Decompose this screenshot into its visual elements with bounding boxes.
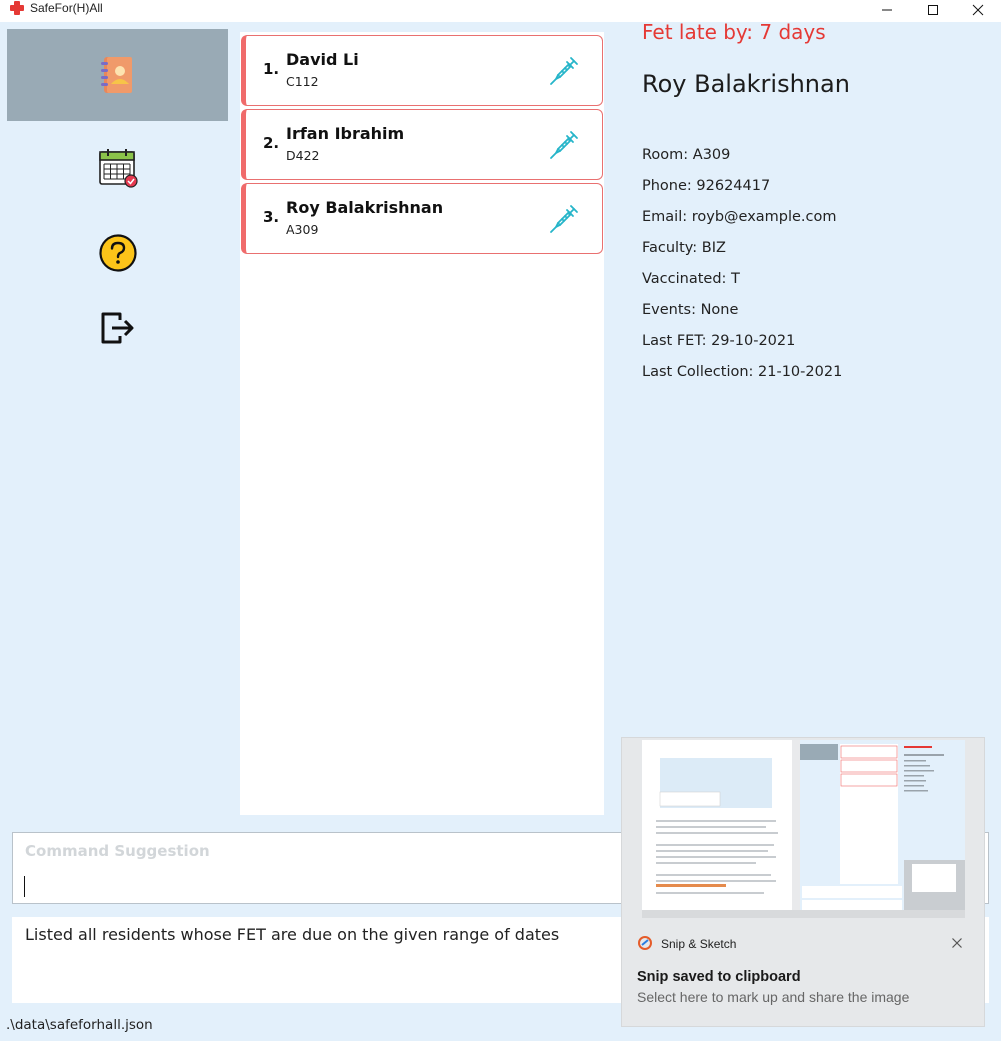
minimize-icon [882, 9, 892, 11]
resident-card[interactable]: 3. Roy Balakrishnan A309 [241, 183, 603, 254]
resident-list[interactable]: 1. David Li C112 2. Irfan Ibrahim D422 3… [240, 32, 604, 815]
close-window-button[interactable] [955, 0, 1001, 20]
minimize-button[interactable] [864, 0, 910, 20]
notification-close-button[interactable] [949, 935, 965, 951]
detail-vaccinated: Vaccinated: T [642, 271, 740, 287]
resident-name: Irfan Ibrahim [286, 124, 405, 143]
result-message: Listed all residents whose FET are due o… [25, 925, 560, 944]
screenshot-thumbnail [642, 740, 965, 918]
syringe-icon [550, 131, 578, 159]
app-logo-icon [10, 1, 24, 15]
calendar-icon [98, 149, 138, 188]
close-icon [952, 938, 962, 948]
title-bar: SafeFor(H)All [0, 0, 1001, 22]
status-bar-path: .\data\safeforhall.json [6, 1017, 153, 1033]
detail-faculty: Faculty: BIZ [642, 240, 726, 256]
nav-events-button[interactable] [7, 122, 228, 214]
resident-room: A309 [286, 222, 319, 237]
detail-email: Email: royb@example.com [642, 209, 837, 225]
resident-detail-name: Roy Balakrishnan [642, 70, 850, 98]
contact-book-icon [100, 57, 132, 93]
resident-room: D422 [286, 148, 320, 163]
exit-icon [101, 312, 133, 344]
resident-index: 3. [263, 208, 280, 226]
fet-late-status: Fet late by: 7 days [642, 20, 826, 44]
resident-name: David Li [286, 50, 359, 69]
notification-app-name: Snip & Sketch [661, 937, 737, 951]
syringe-icon [550, 57, 578, 85]
resident-name: Roy Balakrishnan [286, 198, 444, 217]
snip-sketch-app-icon [638, 936, 652, 950]
detail-room: Room: A309 [642, 147, 731, 163]
resident-index: 1. [263, 60, 280, 78]
window-title: SafeFor(H)All [30, 1, 103, 15]
maximize-icon [928, 5, 938, 15]
resident-card[interactable]: 2. Irfan Ibrahim D422 [241, 109, 603, 180]
resident-room: C112 [286, 74, 319, 89]
nav-residents-button[interactable] [7, 29, 228, 121]
text-caret [24, 876, 25, 897]
detail-phone: Phone: 92624417 [642, 178, 771, 194]
detail-last-collection: Last Collection: 21-10-2021 [642, 364, 843, 380]
resident-card[interactable]: 1. David Li C112 [241, 35, 603, 106]
command-suggestion-placeholder: Command Suggestion [25, 842, 210, 860]
snip-preview-image[interactable] [642, 740, 965, 918]
help-question-icon [98, 234, 137, 272]
notification-body: Select here to mark up and share the ima… [637, 989, 910, 1005]
detail-last-fet: Last FET: 29-10-2021 [642, 333, 796, 349]
resident-index: 2. [263, 134, 280, 152]
nav-exit-button[interactable] [7, 282, 228, 374]
detail-events: Events: None [642, 302, 739, 318]
syringe-icon [550, 205, 578, 233]
close-icon [972, 4, 984, 16]
notification-title: Snip saved to clipboard [637, 969, 801, 985]
maximize-button[interactable] [910, 0, 956, 20]
